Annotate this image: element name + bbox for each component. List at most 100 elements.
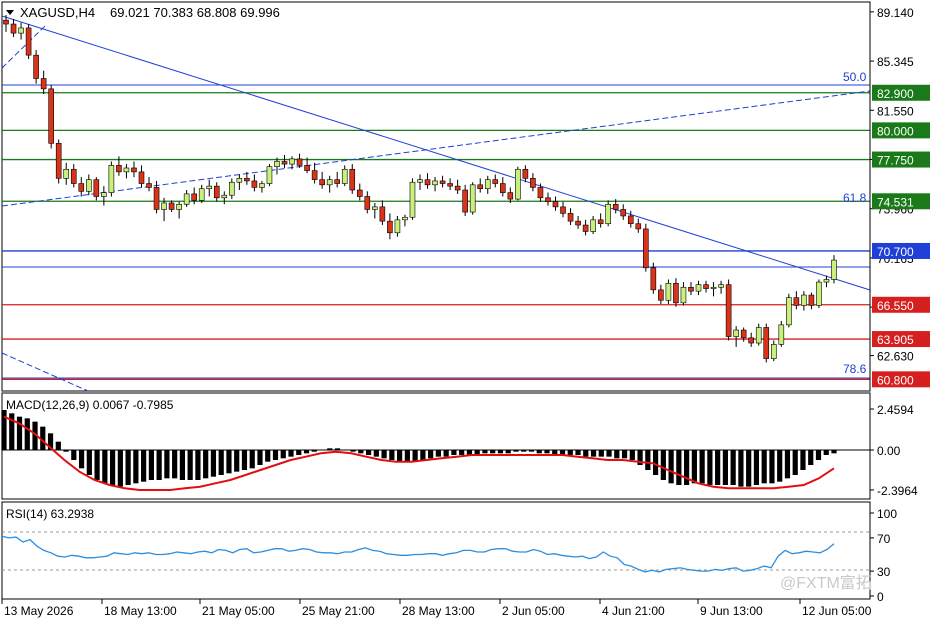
candle	[786, 293, 792, 328]
candle-body	[432, 180, 438, 186]
candle-body	[582, 224, 589, 232]
candle-body	[221, 194, 228, 199]
candle-body	[236, 178, 243, 183]
candle-body	[108, 165, 115, 193]
level-tag-label-2: 77.750	[877, 154, 914, 168]
macd-bar	[606, 450, 612, 457]
macd-bar	[156, 450, 162, 480]
rsi-tick-label-0: 100	[877, 507, 897, 521]
candle-body	[492, 179, 499, 184]
macd-bar	[777, 450, 783, 482]
candle-body	[349, 168, 356, 191]
macd-bar	[102, 450, 108, 484]
fxtm-watermark: @FXTM富拓	[780, 574, 872, 592]
macd-bar	[629, 450, 635, 460]
candle-body	[770, 344, 777, 359]
candle	[725, 279, 732, 341]
candle-body	[138, 171, 145, 184]
candle-body	[183, 193, 190, 205]
candle-body	[688, 286, 694, 292]
candle-body	[296, 158, 303, 166]
candle-body	[552, 201, 559, 208]
macd-bar	[505, 450, 511, 454]
candle	[816, 279, 822, 309]
candle	[266, 164, 273, 187]
macd-tick-label-2: -2.3964	[877, 484, 918, 498]
candle-body	[748, 337, 755, 344]
macd-bar	[715, 450, 721, 485]
candle-body	[635, 223, 642, 230]
macd-bar	[459, 450, 465, 455]
macd-bar	[63, 450, 69, 452]
candle-body	[665, 283, 672, 301]
macd-bar	[831, 450, 837, 454]
macd-bar	[451, 450, 457, 455]
price-chart[interactable]: 50.0 61.8 78.6 XAGUSD,H4 69.021 70.383 6…	[0, 0, 936, 624]
macd-bar	[583, 450, 589, 457]
macd-bar	[691, 450, 697, 484]
candle-body	[808, 294, 815, 306]
macd-bar	[272, 450, 279, 460]
symbol-label: XAGUSD,H4	[20, 5, 95, 20]
macd-bar	[381, 450, 387, 459]
macd-bar	[226, 450, 232, 474]
candle-body	[522, 168, 529, 179]
macd-bar	[187, 450, 193, 480]
macd-bar	[350, 450, 356, 452]
candle-body	[146, 183, 152, 188]
candle-body	[590, 219, 596, 232]
candle-body	[409, 181, 416, 218]
level-tag-label-3: 74.531	[877, 195, 914, 209]
candle-body	[627, 215, 634, 225]
macd-bar	[652, 450, 659, 475]
level-tag-label-6: 63.905	[877, 333, 914, 347]
time-tick-label-6: 4 Jun 21:00	[602, 604, 665, 618]
macd-bar	[117, 450, 123, 487]
macd-bar	[614, 450, 620, 459]
candle-body	[530, 178, 536, 188]
candle-body	[725, 284, 732, 337]
candle-body	[116, 165, 122, 173]
candle	[643, 223, 649, 272]
candle-body	[86, 179, 92, 192]
macd-bar	[257, 450, 263, 465]
macd-tick-label-0: 2.4594	[877, 403, 914, 417]
candle-body	[206, 185, 213, 190]
macd-bar	[373, 450, 379, 457]
candle	[33, 49, 39, 84]
candle-body	[229, 181, 235, 196]
level-tag-label-1: 80.000	[877, 124, 914, 138]
candle-body	[658, 289, 664, 301]
time-tick-label-2: 21 May 05:00	[202, 604, 275, 618]
macd-bar	[707, 450, 713, 485]
candle	[55, 139, 62, 184]
candle-body	[93, 179, 100, 197]
macd-bar	[753, 450, 760, 485]
macd-bar	[676, 450, 682, 485]
macd-tick-label-1: 0.00	[877, 444, 901, 458]
candle-body	[311, 170, 318, 180]
candle-body	[70, 168, 77, 184]
macd-bar	[397, 450, 403, 462]
candle-body	[356, 189, 363, 197]
macd-bar	[544, 450, 550, 454]
macd-bar	[234, 450, 240, 472]
candle-body	[469, 184, 476, 213]
candle-body	[612, 203, 619, 210]
macd-bar	[55, 441, 61, 450]
candle-body	[161, 202, 167, 210]
candle-body	[499, 183, 506, 193]
macd-bar	[815, 450, 822, 460]
candle-body	[289, 158, 295, 165]
macd-bar	[645, 450, 651, 470]
macd-bar	[303, 450, 310, 454]
macd-bar	[528, 450, 535, 452]
macd-bar	[567, 450, 573, 455]
candle-body	[740, 329, 747, 339]
candle	[778, 320, 785, 347]
fib-label-50: 50.0	[843, 70, 867, 84]
macd-bar	[141, 450, 147, 482]
candle-body	[823, 279, 830, 283]
macd-bar	[722, 450, 729, 485]
macd-bar	[133, 450, 139, 484]
